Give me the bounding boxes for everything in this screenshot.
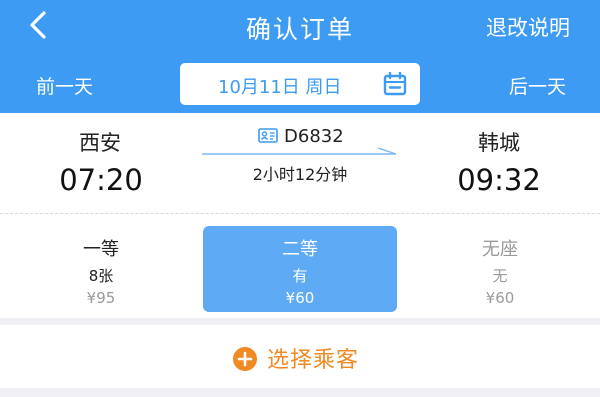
top-header: 确认订单 退改说明 前一天 10月11日 周日 后一天	[0, 0, 600, 113]
seat-class: 一等	[83, 239, 119, 260]
select-passenger-button[interactable]: 选择乘客	[0, 325, 600, 388]
calendar-icon	[383, 72, 407, 96]
seat-option-no-seat[interactable]: 无座 无 ¥60	[403, 226, 597, 312]
add-circle-icon	[233, 347, 257, 371]
seat-price: ¥60	[485, 289, 515, 307]
previous-day-button[interactable]: 前一天	[36, 72, 93, 99]
seat-options: 一等 8张 ¥95 二等 有 ¥60 无座 无 ¥60	[0, 214, 600, 318]
departure-station: 西安	[79, 131, 121, 155]
departure-time: 07:20	[59, 163, 143, 197]
arrival-time: 09:32	[457, 163, 541, 197]
seat-price: ¥60	[285, 289, 315, 307]
next-day-button[interactable]: 后一天	[509, 72, 566, 99]
train-number: D6832	[258, 126, 344, 147]
seat-option-second-class[interactable]: 二等 有 ¥60	[203, 226, 397, 312]
arrival-station: 韩城	[478, 131, 520, 155]
route-arrow	[202, 147, 397, 155]
seat-option-first-class[interactable]: 一等 8张 ¥95	[4, 226, 198, 312]
id-card-icon	[258, 128, 278, 143]
travel-duration: 2小时12分钟	[252, 165, 348, 184]
seat-availability: 有	[292, 267, 308, 285]
seat-class: 二等	[282, 239, 318, 260]
train-number-text: D6832	[284, 126, 344, 147]
select-passenger-label: 选择乘客	[267, 348, 360, 373]
seat-availability: 无	[492, 267, 508, 285]
seat-price: ¥95	[86, 289, 116, 307]
seat-class: 无座	[482, 239, 518, 260]
seat-availability: 8张	[88, 267, 114, 285]
date-selector[interactable]: 10月11日 周日	[180, 63, 420, 105]
refund-change-policy-link[interactable]: 退改说明	[486, 12, 570, 42]
train-info-panel: 西安 07:20 D6832 2小时12分钟 韩城 09:32	[0, 113, 600, 215]
selected-date: 10月11日 周日	[218, 77, 342, 98]
